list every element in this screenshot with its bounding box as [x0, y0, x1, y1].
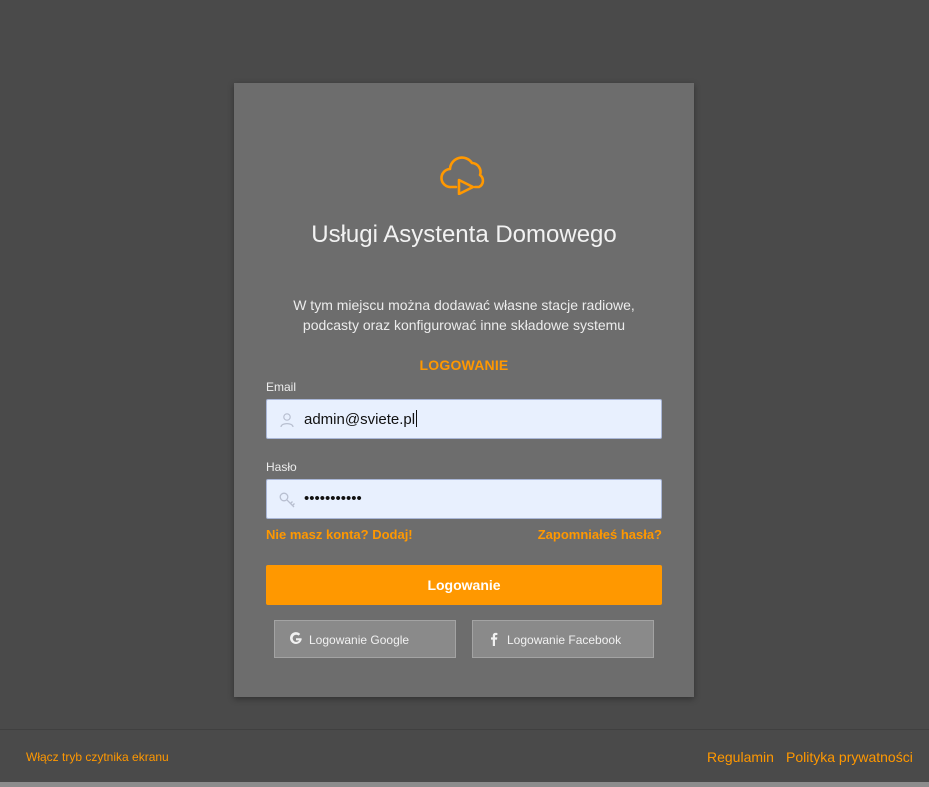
password-field[interactable]: •••••••••••	[266, 479, 662, 519]
login-button[interactable]: Logowanie	[266, 565, 662, 605]
terms-link[interactable]: Regulamin	[707, 749, 774, 765]
privacy-link[interactable]: Polityka prywatności	[786, 749, 913, 765]
password-value: •••••••••••	[304, 490, 362, 507]
google-login-label: Logowanie Google	[309, 633, 410, 647]
cloud-play-icon	[440, 156, 485, 195]
user-icon	[280, 413, 294, 428]
password-label: Hasło	[266, 460, 297, 474]
google-login-button[interactable]: Logowanie Google	[274, 620, 456, 658]
page-description: W tym miejscu można dodawać własne stacj…	[293, 297, 635, 333]
bottom-scrollbar	[0, 782, 929, 787]
facebook-login-label: Logowanie Facebook	[507, 633, 622, 647]
forgot-password-link[interactable]: Zapomniałeś hasła?	[538, 527, 662, 542]
screen-reader-toggle[interactable]: Włącz tryb czytnika ekranu	[26, 750, 169, 764]
email-label: Email	[266, 380, 297, 394]
facebook-login-button[interactable]: Logowanie Facebook	[472, 620, 654, 658]
email-field[interactable]: admin@sviete.pl	[266, 399, 662, 439]
text-caret	[416, 410, 418, 427]
page-title: Usługi Asystenta Domowego	[311, 221, 617, 248]
footer: Włącz tryb czytnika ekranu Regulamin Pol…	[0, 729, 929, 783]
key-icon	[279, 492, 295, 508]
login-card: Usługi Asystenta Domowego W tym miejscu …	[234, 83, 694, 697]
google-icon	[290, 632, 302, 644]
facebook-icon	[491, 632, 498, 646]
register-link[interactable]: Nie masz konta? Dodaj!	[266, 527, 413, 542]
login-section-title: LOGOWANIE	[419, 357, 509, 373]
email-value: admin@sviete.pl	[304, 410, 418, 428]
